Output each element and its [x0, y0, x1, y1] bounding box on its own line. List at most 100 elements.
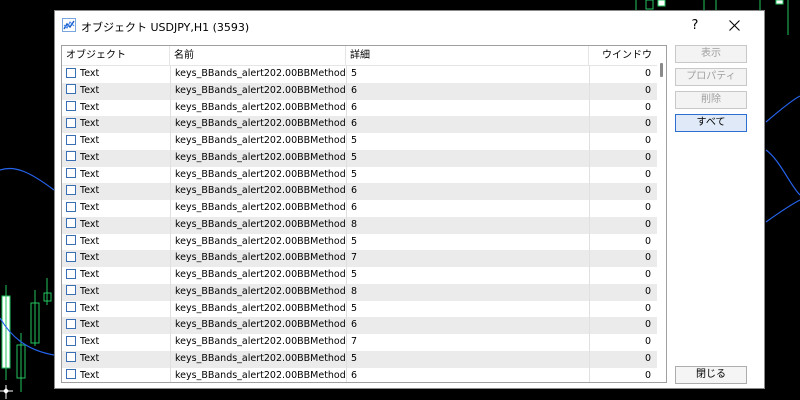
row-checkbox[interactable]	[66, 302, 76, 312]
table-row[interactable]: Text keys_BBands_alert202.00BBMethod1_h..…	[62, 82, 657, 100]
object-detail-cell: 7	[346, 250, 589, 267]
row-checkbox[interactable]	[66, 251, 76, 262]
object-type-cell: Text	[62, 284, 170, 301]
table-row[interactable]: Text keys_BBands_alert202.00BBMethod1_h..…	[62, 133, 657, 150]
properties-button[interactable]: プロパティ	[675, 68, 747, 86]
row-checkbox[interactable]	[66, 235, 76, 245]
object-type-cell: Text	[62, 368, 170, 383]
object-detail-cell: 6	[346, 200, 589, 217]
object-detail-cell: 6	[346, 317, 589, 334]
object-window-cell: 0	[589, 133, 657, 150]
close-window-button[interactable]	[719, 15, 749, 37]
column-header-object[interactable]: オブジェクト	[62, 46, 170, 66]
object-window-cell: 0	[589, 250, 657, 267]
row-checkbox[interactable]	[66, 352, 76, 363]
moving-average-line	[765, 199, 800, 223]
row-checkbox[interactable]	[66, 84, 76, 95]
row-checkbox[interactable]	[66, 134, 76, 145]
object-name-cell: keys_BBands_alert202.00BBMethod1_h...	[170, 200, 346, 217]
object-type-cell: Text	[62, 66, 170, 83]
object-type-label: Text	[80, 185, 100, 197]
object-name-cell: keys_BBands_alert202.00BBMethod1_l...	[170, 250, 346, 267]
object-name-cell: keys_BBands_alert202.00BBMethod1_h...	[170, 116, 346, 133]
table-row[interactable]: Text keys_BBands_alert202.00BBMethod1_h..…	[62, 350, 657, 368]
object-name-cell: keys_BBands_alert202.00BBMethod1_h...	[170, 367, 346, 382]
row-checkbox[interactable]	[66, 335, 76, 346]
candle-bullish	[775, 0, 784, 5]
row-checkbox[interactable]	[66, 201, 76, 212]
object-name-cell: keys_BBands_alert202.00BBMethod1_h...	[170, 82, 346, 100]
object-type-cell: Text	[62, 351, 170, 368]
object-detail-cell: 6	[346, 116, 589, 133]
all-button[interactable]: すべて	[675, 114, 747, 132]
object-window-cell: 0	[589, 200, 657, 217]
table-row[interactable]: Text keys_BBands_alert202.00BBMethod1_h..…	[62, 200, 657, 217]
object-type-label: Text	[80, 369, 100, 381]
table-row[interactable]: Text keys_BBands_alert202.00BBMethod1_h..…	[62, 367, 657, 383]
object-type-cell: Text	[62, 133, 170, 150]
object-type-label: Text	[80, 252, 100, 264]
table-row[interactable]: Text keys_BBands_alert202.00BBMethod1_h..…	[62, 300, 657, 318]
table-row[interactable]: Text keys_BBands_alert202.00BBMethod1_h..…	[62, 166, 657, 184]
table-row[interactable]: Text keys_BBands_alert202.00BBMethod1_l..…	[62, 66, 657, 83]
object-type-cell: Text	[62, 267, 170, 284]
table-row[interactable]: Text keys_BBands_alert202.00BBMethod1_l..…	[62, 250, 657, 267]
crosshair-icon	[0, 385, 13, 399]
table-row[interactable]: Text keys_BBands_alert202.00BBMethod1_l..…	[62, 216, 657, 234]
object-type-label: Text	[80, 101, 100, 113]
moving-average-line	[765, 149, 800, 196]
table-row[interactable]: Text keys_BBands_alert202.00BBMethod1_l..…	[62, 267, 657, 284]
object-window-cell: 0	[589, 183, 657, 200]
moving-average-line	[0, 167, 55, 191]
row-checkbox[interactable]	[66, 218, 76, 229]
show-button[interactable]: 表示	[675, 45, 747, 63]
table-row[interactable]: Text keys_BBands_alert202.00BBMethod1_l..…	[62, 283, 657, 301]
delete-button[interactable]: 削除	[675, 91, 747, 109]
table-row[interactable]: Text keys_BBands_alert202.00BBMethod1_h..…	[62, 334, 657, 351]
object-name-cell: keys_BBands_alert202.00BBMethod1_l...	[170, 66, 346, 83]
object-detail-cell: 5	[346, 133, 589, 150]
row-checkbox[interactable]	[66, 184, 76, 195]
row-checkbox[interactable]	[66, 117, 76, 128]
scrollbar-thumb[interactable]	[660, 63, 663, 77]
row-checkbox[interactable]	[66, 285, 76, 296]
table-row[interactable]: Text keys_BBands_alert202.00BBMethod1_h..…	[62, 183, 657, 200]
object-type-cell: Text	[62, 183, 170, 200]
object-type-label: Text	[80, 151, 100, 163]
object-type-label: Text	[80, 336, 100, 347]
table-row[interactable]: Text keys_BBands_alert202.00BBMethod1_l..…	[62, 99, 657, 117]
object-detail-cell: 5	[346, 166, 589, 184]
table-row[interactable]: Text keys_BBands_alert202.00BBMethod1_h..…	[62, 116, 657, 133]
table-row[interactable]: Text keys_BBands_alert202.00BBMethod1_h..…	[62, 317, 657, 334]
column-header-details[interactable]: 詳細	[346, 46, 589, 66]
row-checkbox[interactable]	[66, 268, 76, 279]
row-checkbox[interactable]	[66, 168, 76, 178]
row-checkbox[interactable]	[66, 67, 76, 78]
close-button[interactable]: 閉じる	[675, 366, 747, 384]
object-window-cell: 0	[589, 149, 657, 167]
object-type-label: Text	[80, 202, 100, 213]
object-type-label: Text	[80, 118, 100, 130]
list-rows: Text keys_BBands_alert202.00BBMethod1_l..…	[62, 66, 657, 383]
object-window-cell: 0	[589, 66, 657, 83]
vertical-scrollbar[interactable]	[657, 46, 666, 382]
object-window-cell: 0	[589, 216, 657, 234]
row-checkbox[interactable]	[66, 318, 76, 329]
table-row[interactable]: Text keys_BBands_alert202.00BBMethod1_l..…	[62, 149, 657, 167]
row-checkbox[interactable]	[66, 369, 76, 379]
objects-list[interactable]: オブジェクト 名前 詳細 ウインドウ Text keys_BBands_alert…	[61, 45, 667, 383]
object-type-label: Text	[80, 319, 100, 331]
object-type-label: Text	[80, 269, 100, 280]
object-type-cell: Text	[62, 167, 170, 184]
object-detail-cell: 5	[346, 66, 589, 83]
object-window-cell: 0	[589, 99, 657, 117]
object-type-cell: Text	[62, 150, 170, 167]
row-checkbox[interactable]	[66, 151, 76, 162]
row-checkbox[interactable]	[66, 101, 76, 111]
object-window-cell: 0	[589, 300, 657, 318]
table-row[interactable]: Text keys_BBands_alert202.00BBMethod1_h..…	[62, 233, 657, 251]
help-button[interactable]: ?	[680, 15, 710, 37]
column-header-name[interactable]: 名前	[170, 46, 346, 66]
column-header-window[interactable]: ウインドウ	[589, 46, 657, 66]
object-type-label: Text	[80, 84, 100, 96]
